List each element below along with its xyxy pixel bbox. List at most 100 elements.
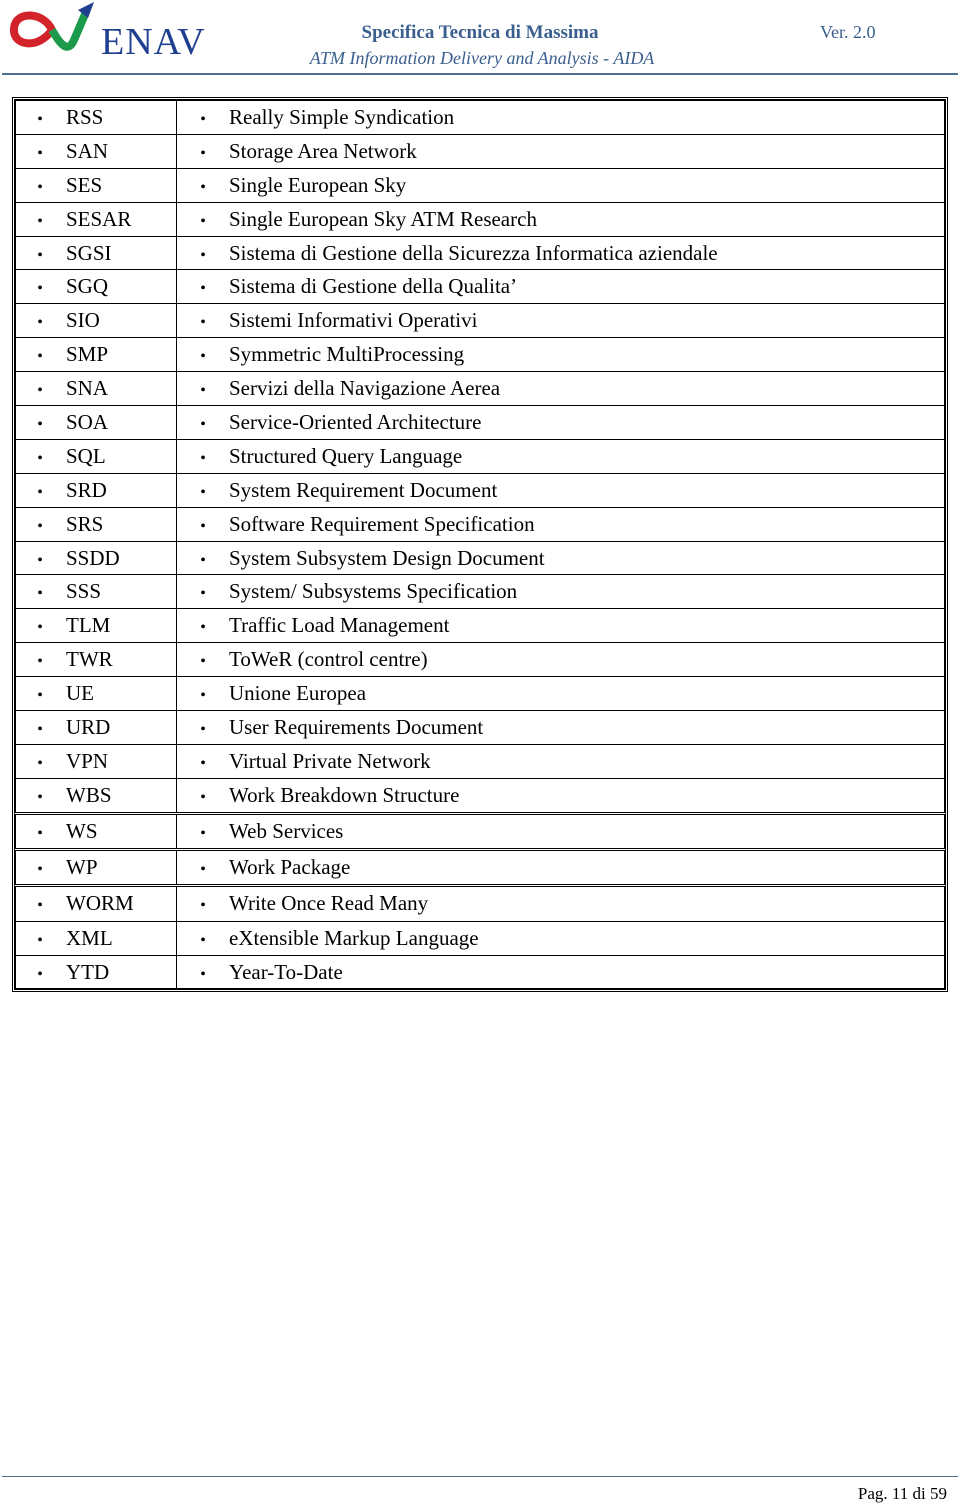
acronym: VPN	[66, 748, 109, 773]
acronym-cell: • SQL	[15, 438, 177, 474]
definition-cell: • Sistema di Gestione della Sicurezza Inf…	[176, 235, 945, 271]
acronym: SRS	[66, 511, 104, 536]
definition: Year-To-Date	[229, 959, 343, 984]
definition: Single European Sky ATM Research	[229, 206, 537, 231]
definition-cell: • Work Package	[176, 847, 945, 886]
definition-cell: • Software Requirement Specification	[176, 506, 945, 542]
bullet-icon: •	[200, 178, 206, 196]
acronym: WORM	[66, 891, 134, 916]
acronym-cell: • XML	[15, 920, 177, 956]
table-row: • SQL • Structured Query Language	[15, 438, 945, 474]
bullet-icon: •	[37, 824, 43, 842]
bullet-icon: •	[37, 382, 43, 400]
definition-cell: • ToWeR (control centre)	[176, 642, 945, 678]
acronym-cell: • SIO	[15, 303, 177, 339]
definition-cell: • System/ Subsystems Specification	[176, 574, 945, 610]
definition: Really Simple Syndication	[229, 104, 455, 129]
acronym: SNA	[66, 376, 109, 401]
definition-cell: • Symmetric MultiProcessing	[176, 337, 945, 373]
definition: User Requirements Document	[229, 714, 484, 739]
bullet-icon: •	[200, 931, 206, 949]
table-row: • WORM • Write Once Read Many	[15, 883, 945, 922]
bullet-icon: •	[37, 348, 43, 366]
bullet-icon: •	[200, 449, 206, 467]
bullet-icon: •	[37, 720, 43, 738]
header-divider	[2, 73, 958, 75]
definition: System/ Subsystems Specification	[229, 579, 518, 604]
definition-cell: • Write Once Read Many	[176, 883, 945, 922]
bullet-icon: •	[200, 314, 206, 332]
bullet-icon: •	[37, 931, 43, 949]
acronym: WBS	[66, 782, 112, 807]
bullet-icon: •	[37, 517, 43, 535]
acronym-cell: • SSS	[15, 574, 177, 610]
bullet-icon: •	[200, 824, 206, 842]
acronym-cell: • WS	[15, 811, 177, 850]
definition-cell: • Work Breakdown Structure	[176, 777, 945, 814]
definition: Write Once Read Many	[229, 891, 429, 916]
acronym: SQL	[66, 443, 106, 468]
bullet-icon: •	[200, 415, 206, 433]
table-row: • WS • Web Services	[15, 811, 945, 850]
bullet-icon: •	[37, 246, 43, 264]
acronym-cell: • TLM	[15, 608, 177, 644]
bullet-icon: •	[200, 551, 206, 569]
bullet-icon: •	[37, 280, 43, 298]
acronym: SSDD	[66, 545, 120, 570]
acronym-cell: • SNA	[15, 371, 177, 407]
page-number: Pag. 11 di 59	[857, 1484, 947, 1503]
bullet-icon: •	[200, 348, 206, 366]
table-row: • XML • eXtensible Markup Language	[15, 920, 945, 956]
acronym-cell: • SAN	[15, 133, 177, 169]
definition: eXtensible Markup Language	[229, 925, 479, 950]
acronym-cell: • SOA	[15, 405, 177, 440]
acronym: SSS	[66, 579, 102, 604]
bullet-icon: •	[200, 720, 206, 738]
document-title: Specifica Tecnica di Massima	[361, 22, 599, 43]
bullet-icon: •	[37, 551, 43, 569]
bullet-icon: •	[37, 212, 43, 230]
acronym: TWR	[66, 647, 113, 672]
acronym-cell: • SGSI	[15, 235, 177, 271]
definition-cell: • Storage Area Network	[176, 133, 945, 169]
definition: Storage Area Network	[229, 138, 417, 163]
acronym-cell: • SSDD	[15, 540, 177, 576]
acronym-cell: • VPN	[15, 743, 177, 779]
document-page: ENAV Specifica Tecnica di Massima ATM In…	[0, 0, 960, 1506]
bullet-icon: •	[37, 110, 43, 128]
bullet-icon: •	[200, 144, 206, 162]
table-row: • TLM • Traffic Load Management	[15, 608, 945, 644]
definition-cell: • Sistemi Informativi Operativi	[176, 303, 945, 339]
definition: Work Package	[229, 854, 351, 879]
definition: Sistemi Informativi Operativi	[229, 308, 478, 333]
table-row: • SES • Single European Sky	[15, 167, 945, 203]
acronym: SOA	[66, 409, 109, 434]
definition-cell: • Single European Sky	[176, 167, 945, 203]
definition: ToWeR (control centre)	[229, 647, 428, 672]
acronym: SIO	[66, 308, 100, 333]
acronym-cell: • WP	[15, 847, 177, 886]
table-row: • SIO • Sistemi Informativi Operativi	[15, 303, 945, 339]
bullet-icon: •	[37, 449, 43, 467]
bullet-icon: •	[200, 788, 206, 806]
bullet-icon: •	[37, 619, 43, 637]
acronym-table: • RSS • Really Simple Syndication • SAN • Stora…	[12, 97, 948, 993]
acronym: SGQ	[66, 274, 109, 299]
bullet-icon: •	[37, 415, 43, 433]
table-row: • SSDD • System Subsystem Design Document	[15, 540, 945, 576]
bullet-icon: •	[37, 754, 43, 772]
definition: Work Breakdown Structure	[229, 782, 460, 807]
bullet-icon: •	[200, 619, 206, 637]
acronym: SGSI	[66, 240, 112, 265]
acronym-cell: • RSS	[15, 100, 177, 135]
acronym: XML	[66, 925, 113, 950]
document-version: Ver. 2.0	[820, 22, 876, 42]
definition: Sistema di Gestione della Sicurezza Info…	[229, 240, 718, 265]
definition-cell: • User Requirements Document	[176, 710, 945, 745]
acronym-cell: • SESAR	[15, 201, 177, 237]
definition-cell: • Sistema di Gestione della Qualita’	[176, 269, 945, 305]
acronym-cell: • WORM	[15, 883, 177, 922]
table-row: • WP • Work Package	[15, 847, 945, 886]
definition-cell: • Structured Query Language	[176, 438, 945, 474]
definition: Sistema di Gestione della Qualita’	[229, 274, 518, 299]
